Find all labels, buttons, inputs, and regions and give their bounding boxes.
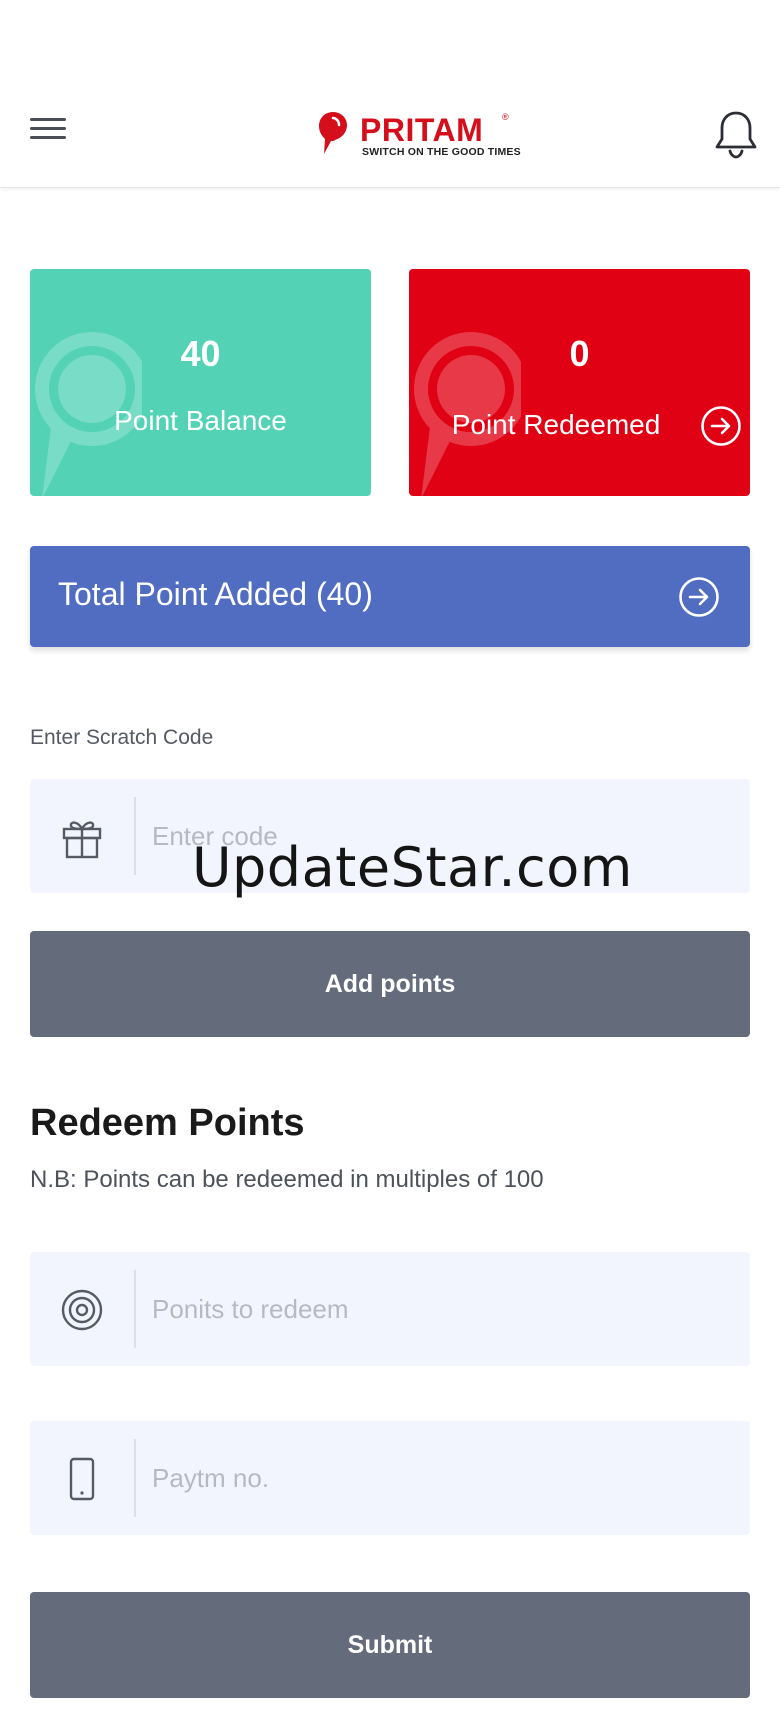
point-balance-value: 40 (180, 333, 221, 374)
point-redeemed-label: Point Redeemed (451, 409, 661, 440)
submit-button[interactable]: Submit (30, 1592, 750, 1698)
total-points-added-bar[interactable]: Total Point Added (40) (30, 546, 750, 647)
redeem-points-note: N.B: Points can be redeemed in multiples… (30, 1166, 544, 1193)
brand-logo: PRITAM ® SWITCH ON THE GOOD TIMES (318, 108, 521, 160)
bell-icon[interactable] (710, 108, 762, 160)
paytm-number-input[interactable] (152, 1451, 712, 1505)
point-redeemed-card[interactable]: 0 Point Redeemed (409, 269, 750, 496)
hamburger-menu-icon[interactable] (30, 113, 74, 153)
field-divider (134, 1439, 136, 1517)
point-balance-card[interactable]: 40 Point Balance (30, 269, 371, 496)
brand-name: PRITAM (360, 112, 484, 148)
points-to-redeem-field[interactable] (30, 1252, 750, 1366)
scratch-code-label: Enter Scratch Code (30, 726, 214, 749)
target-icon (61, 1289, 103, 1331)
arrow-right-circle-icon[interactable] (700, 405, 742, 447)
app-header: PRITAM ® SWITCH ON THE GOOD TIMES (0, 0, 780, 188)
add-points-button[interactable]: Add points (30, 931, 750, 1037)
redeem-points-title: Redeem Points (30, 1102, 305, 1144)
total-points-label: Total Point Added (40) (58, 576, 373, 612)
mobile-phone-icon (69, 1457, 95, 1501)
point-balance-label: Point Balance (114, 405, 287, 436)
paytm-number-field[interactable] (30, 1421, 750, 1535)
pritam-logo-icon (319, 112, 347, 154)
field-divider (134, 797, 136, 875)
field-divider (134, 1270, 136, 1348)
point-redeemed-value: 0 (569, 333, 590, 374)
brand-registered: ® (502, 112, 509, 122)
points-to-redeem-input[interactable] (152, 1282, 712, 1336)
updatestar-watermark: UpdateStar.com (192, 836, 633, 899)
arrow-right-circle-icon[interactable] (678, 576, 720, 618)
brand-tagline: SWITCH ON THE GOOD TIMES (362, 146, 521, 158)
gift-icon (62, 821, 102, 859)
